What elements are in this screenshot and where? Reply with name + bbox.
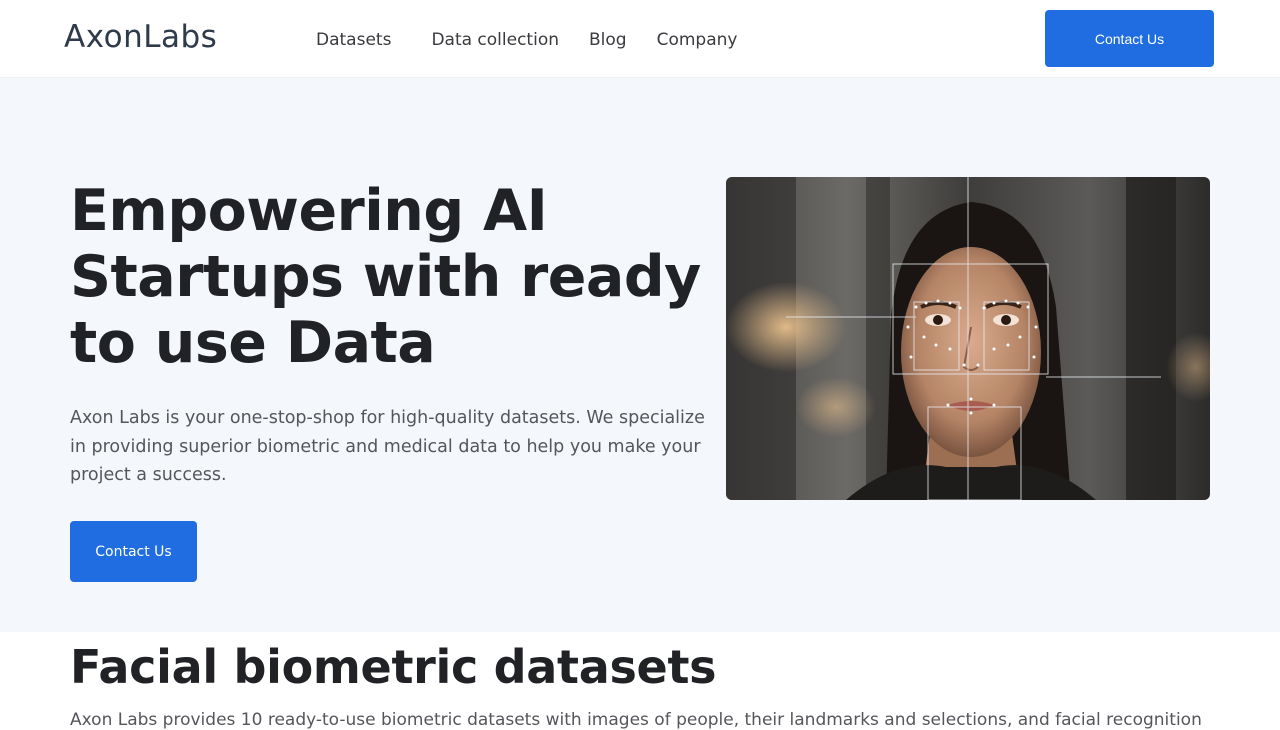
header-contact-button[interactable]: Contact Us bbox=[1045, 10, 1214, 67]
main-nav: Datasets Data collection Blog Company bbox=[316, 30, 767, 50]
logo[interactable]: AxonLabs bbox=[64, 19, 217, 55]
nav-item-company[interactable]: Company bbox=[657, 30, 738, 50]
site-header: AxonLabs Datasets Data collection Blog C… bbox=[0, 0, 1280, 78]
nav-item-blog[interactable]: Blog bbox=[589, 30, 627, 50]
section-text: Axon Labs provides 10 ready-to-use biome… bbox=[70, 710, 1202, 730]
nav-item-datasets[interactable]: Datasets bbox=[316, 30, 391, 50]
hero-title: Empowering AI Startups with ready to use… bbox=[70, 178, 701, 376]
nav-item-data-collection[interactable]: Data collection bbox=[431, 30, 559, 50]
hero-face-image bbox=[726, 177, 1210, 500]
hero-section: Empowering AI Startups with ready to use… bbox=[0, 78, 1280, 632]
section-title: Facial biometric datasets bbox=[70, 640, 717, 694]
hero-description: Axon Labs is your one-stop-shop for high… bbox=[70, 408, 705, 485]
hero-contact-button[interactable]: Contact Us bbox=[70, 521, 197, 582]
